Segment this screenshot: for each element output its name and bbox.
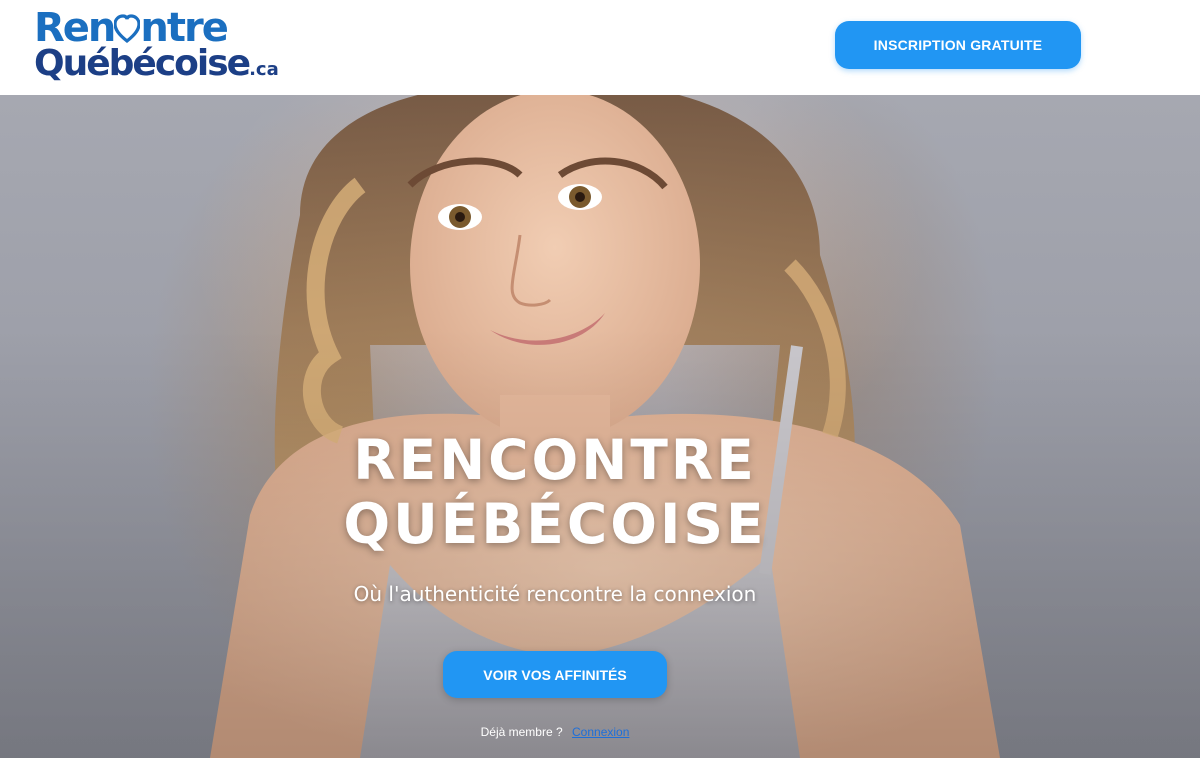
hero-section: RENCONTRE QUÉBÉCOISE Où l'authenticité r…	[0, 95, 1200, 758]
hero-title: RENCONTRE QUÉBÉCOISE	[300, 428, 810, 556]
logo-text-line2: Québécoise	[34, 43, 251, 84]
view-matches-button[interactable]: VOIR VOS AFFINITÉS	[443, 651, 667, 698]
logo-line1: Ren ntre	[34, 8, 229, 48]
hero-title-line1: RENCONTRE	[353, 428, 757, 492]
hero-title-line2: QUÉBÉCOISE	[343, 492, 767, 556]
hero-subtitle: Où l'authenticité rencontre la connexion	[353, 582, 757, 606]
logo-tld: .ca	[249, 59, 279, 80]
logo-line2: Québécoise.ca	[34, 46, 279, 82]
site-header: Ren ntre Québécoise.ca INSCRIPTION GRATU…	[0, 0, 1200, 95]
site-logo[interactable]: Ren ntre Québécoise.ca	[34, 8, 279, 83]
signup-button[interactable]: INSCRIPTION GRATUITE	[835, 21, 1081, 69]
member-prompt: Déjà membre ? Connexion	[400, 725, 710, 739]
login-link[interactable]: Connexion	[572, 725, 629, 739]
member-text: Déjà membre ?	[480, 725, 563, 739]
heart-icon	[114, 14, 141, 44]
